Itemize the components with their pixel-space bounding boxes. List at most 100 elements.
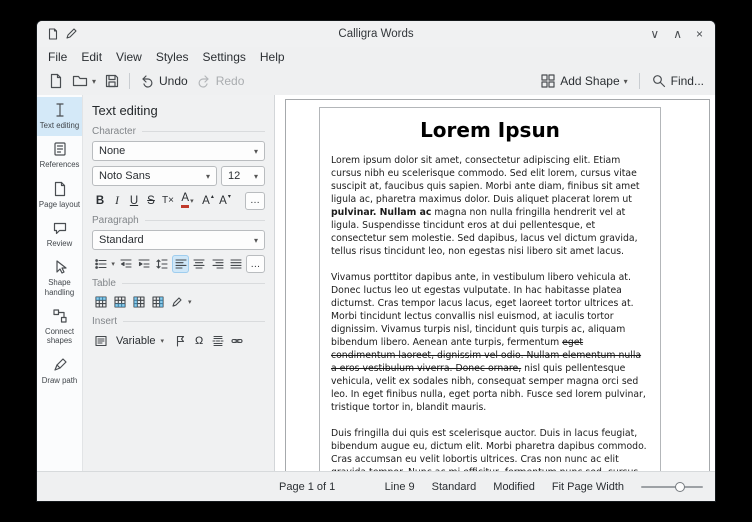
open-folder-icon (72, 73, 88, 89)
add-shape-button[interactable]: Add Shape ▾ (536, 69, 631, 93)
menu-edit[interactable]: Edit (74, 48, 109, 66)
insert-row-above-button[interactable] (92, 293, 110, 311)
document-canvas[interactable]: Lorem Ipsun Lorem ipsum dolor sit amet, … (275, 95, 715, 471)
insert-special-character-button[interactable]: Ω (190, 332, 208, 350)
style-indicator[interactable]: Standard (432, 481, 477, 493)
sidebar-item-label: Connect shapes (38, 327, 81, 346)
text-color-button[interactable]: A ▾ (177, 191, 199, 210)
sidebar-item-text-editing[interactable]: Text editing (37, 97, 82, 136)
cursor-arrow-icon (52, 259, 68, 275)
insert-link-button[interactable] (228, 332, 246, 350)
zoom-slider-handle[interactable] (675, 482, 685, 492)
undo-button[interactable]: Undo (135, 69, 192, 93)
insert-text-frame-button[interactable] (92, 332, 110, 350)
text-run-normal: Vivamus porttitor dapibus ante, in vesti… (331, 272, 634, 348)
paragraph-style-combo[interactable]: Standard ▾ (92, 230, 265, 250)
text-frame[interactable]: Lorem Ipsun Lorem ipsum dolor sit amet, … (319, 107, 661, 471)
line-spacing-button[interactable] (154, 255, 171, 273)
paragraph-more-button[interactable]: … (246, 255, 265, 273)
new-document-button[interactable] (44, 69, 68, 93)
chevron-down-icon: ▾ (254, 147, 258, 156)
document-paragraph: Duis fringilla dui quis est scelerisque … (331, 427, 649, 471)
text-editing-docker: Text editing Character None ▾ Noto Sans … (83, 95, 275, 471)
font-family-combo[interactable]: Noto Sans ▾ (92, 166, 217, 186)
insert-bookmark-button[interactable] (171, 332, 189, 350)
close-button[interactable]: × (696, 28, 703, 40)
table-border-pen-button[interactable] (168, 293, 186, 311)
bold-button[interactable]: B (92, 191, 108, 210)
character-more-button[interactable]: … (245, 192, 265, 210)
shrink-font-button[interactable]: A ▾ (217, 191, 233, 210)
grow-font-button[interactable]: A ▴ (200, 191, 216, 210)
sidebar-item-label: References (40, 160, 80, 169)
document-paragraph: Vivamus porttitor dapibus ante, in vesti… (331, 271, 649, 414)
zoom-mode-selector[interactable]: Fit Page Width (552, 481, 624, 493)
paragraph-section-label: Paragraph (92, 215, 265, 226)
chevron-down-icon: ▾ (92, 77, 96, 86)
insert-variable-button[interactable]: Variable ▾ (111, 331, 170, 350)
paragraph-style-value: Standard (99, 234, 144, 246)
page-indicator: Page 1 of 1 (279, 481, 335, 493)
chevron-down-icon: ▾ (188, 298, 192, 306)
insert-row-below-button[interactable] (111, 293, 129, 311)
align-center-button[interactable] (190, 255, 207, 273)
chevron-down-icon: ▾ (254, 236, 258, 245)
redo-icon (196, 73, 212, 89)
menu-settings[interactable]: Settings (196, 48, 253, 66)
redo-button[interactable]: Redo (192, 69, 249, 93)
sidebar-item-shape-handling[interactable]: Shape handling (37, 254, 82, 303)
sidebar-item-review[interactable]: Review (37, 215, 82, 254)
text-run-normal: Duis fringilla dui quis est scelerisque … (331, 428, 648, 471)
underline-button[interactable]: U (126, 191, 142, 210)
sidebar-item-label: Draw path (42, 376, 78, 385)
insert-column-right-button[interactable] (149, 293, 167, 311)
list-style-button[interactable] (92, 255, 109, 273)
find-label: Find... (671, 74, 704, 88)
menu-file[interactable]: File (41, 48, 74, 66)
maximize-button[interactable]: ∧ (673, 28, 682, 40)
align-right-button[interactable] (209, 255, 226, 273)
font-size-value: 12 (228, 170, 240, 182)
open-document-button[interactable]: ▾ (68, 69, 100, 93)
chevron-down-icon: ▾ (111, 260, 115, 268)
insert-column-left-button[interactable] (130, 293, 148, 311)
insert-section-label: Insert (92, 316, 265, 327)
align-justify-button[interactable] (227, 255, 244, 273)
font-size-combo[interactable]: 12 ▾ (221, 166, 265, 186)
add-shape-icon (540, 73, 556, 89)
subscript-superscript-button[interactable]: T× (160, 191, 176, 210)
character-style-combo[interactable]: None ▾ (92, 141, 265, 161)
document-paragraphs: Lorem ipsum dolor sit amet, consectetur … (331, 154, 649, 471)
sidebar-item-page-layout[interactable]: Page layout (37, 176, 82, 215)
chevron-down-icon: ▾ (624, 77, 628, 86)
sidebar-item-connect-shapes[interactable]: Connect shapes (37, 303, 82, 352)
arrow-up-icon: ▴ (211, 193, 214, 200)
chevron-down-icon: ▾ (206, 172, 210, 181)
menu-help[interactable]: Help (253, 48, 292, 66)
toolbar-separator (129, 73, 130, 89)
decrease-indent-button[interactable] (117, 255, 134, 273)
minimize-button[interactable]: ∨ (650, 28, 659, 40)
save-button[interactable] (100, 69, 124, 93)
variable-label: Variable (116, 335, 156, 347)
italic-button[interactable]: I (109, 191, 125, 210)
menu-view[interactable]: View (109, 48, 149, 66)
new-document-icon (48, 73, 64, 89)
text-color-letter: A (181, 193, 189, 209)
draw-path-pen-icon (52, 357, 68, 373)
zoom-slider[interactable] (641, 481, 703, 493)
line-indicator: Line 9 (385, 481, 415, 493)
table-section-label: Table (92, 278, 265, 289)
insert-page-break-button[interactable] (209, 332, 227, 350)
strikethrough-button[interactable]: S (143, 191, 159, 210)
document-page[interactable]: Lorem Ipsun Lorem ipsum dolor sit amet, … (285, 99, 710, 471)
find-button[interactable]: Find... (647, 69, 708, 93)
increase-indent-button[interactable] (135, 255, 152, 273)
add-shape-label: Add Shape (560, 74, 619, 88)
titlebar[interactable]: Calligra Words ∨ ∧ × (37, 21, 715, 47)
sidebar-item-references[interactable]: References (37, 136, 82, 175)
sidebar-item-draw-path[interactable]: Draw path (37, 352, 82, 391)
undo-icon (139, 73, 155, 89)
menu-styles[interactable]: Styles (149, 48, 196, 66)
align-left-button[interactable] (172, 255, 189, 273)
